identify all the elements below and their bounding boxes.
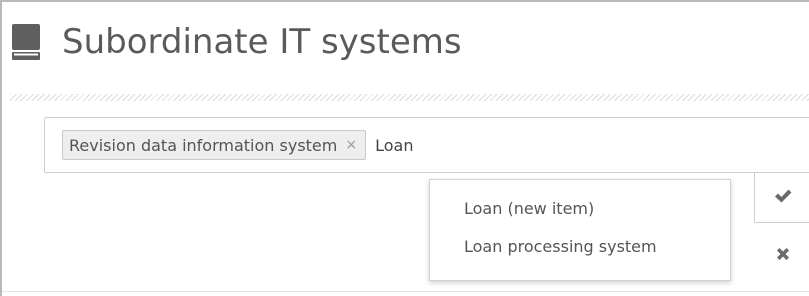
close-icon [775,246,791,266]
checkmark-icon [774,188,792,208]
confirm-button[interactable] [754,173,809,223]
header-divider [10,94,809,101]
panel-bottom-border [2,291,809,292]
autocomplete-dropdown: Loan (new item) Loan processing system [429,179,731,281]
dropdown-item-loan-processing[interactable]: Loan processing system [430,232,730,270]
selected-tag: Revision data information system × [62,130,367,160]
dropdown-item-new[interactable]: Loan (new item) [430,194,730,232]
cancel-button[interactable] [754,234,809,278]
tag-remove-button[interactable]: × [345,137,357,153]
subordinate-systems-panel: Subordinate IT systems Revision data inf… [0,0,809,296]
panel-header: Subordinate IT systems [12,16,462,68]
book-icon [12,24,40,60]
it-systems-tag-input[interactable]: Revision data information system × Loan [44,117,809,173]
tag-label: Revision data information system [69,135,338,155]
search-text[interactable]: Loan [375,136,413,155]
page-title: Subordinate IT systems [62,22,462,62]
